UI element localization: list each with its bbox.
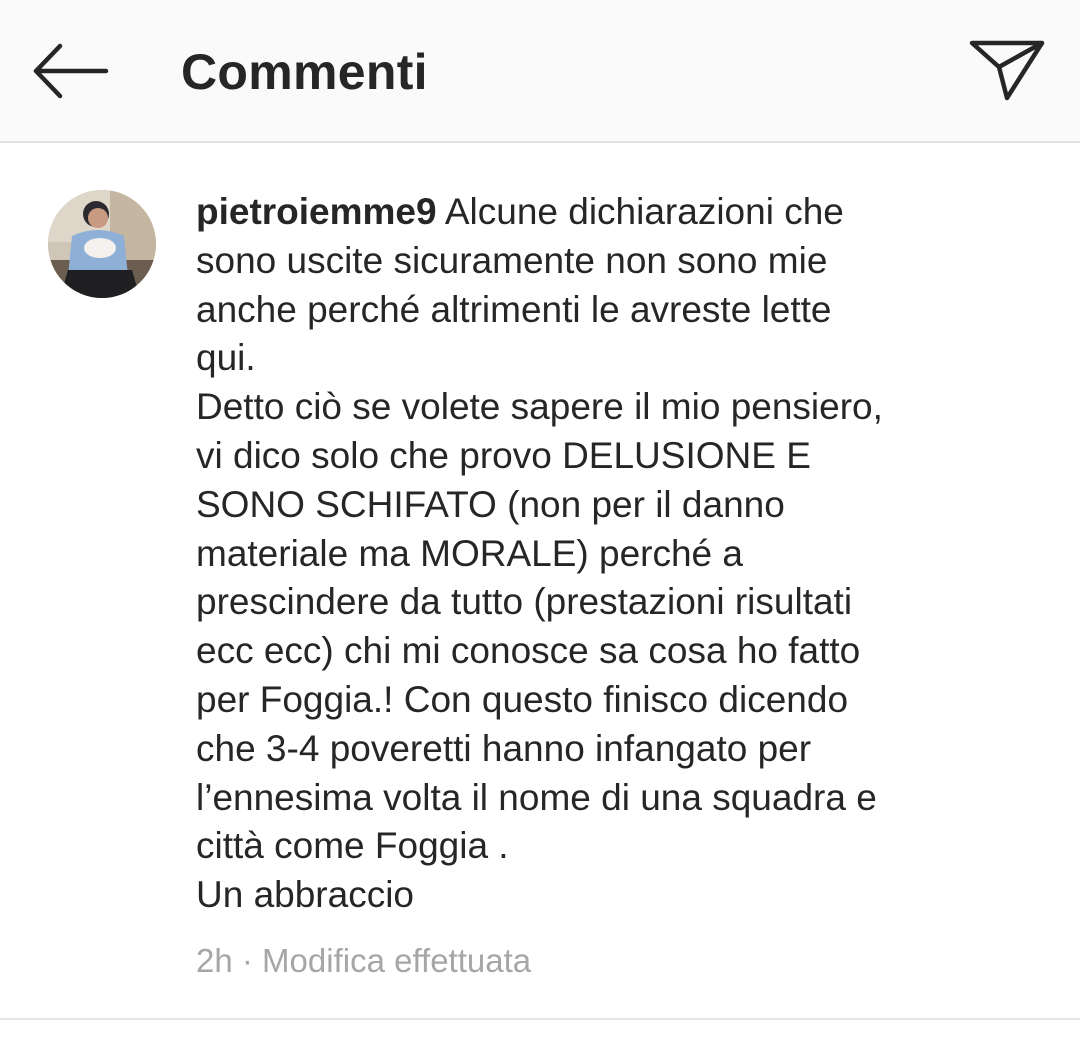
profile-photo xyxy=(48,190,156,298)
divider xyxy=(0,1018,1080,1020)
comment-meta: 2h · Modifica effettuata xyxy=(196,941,531,981)
back-button[interactable] xyxy=(30,38,110,102)
comment-item: pietroiemme9 Alcune dichiarazioni che so… xyxy=(0,143,1080,1019)
arrow-left-icon xyxy=(33,43,109,99)
top-bar: Commenti xyxy=(0,0,1080,143)
comment-text: pietroiemme9 Alcune dichiarazioni che so… xyxy=(196,188,1026,920)
edited-label: Modifica effettuata xyxy=(262,942,532,979)
page-title: Commenti xyxy=(181,44,428,100)
share-button[interactable] xyxy=(966,34,1050,106)
comment-username[interactable]: pietroiemme9 xyxy=(196,191,437,232)
paper-plane-icon xyxy=(969,40,1045,101)
avatar[interactable] xyxy=(48,190,156,298)
meta-separator: · xyxy=(232,942,263,979)
comment-time: 2h xyxy=(196,942,233,979)
comment-content: Alcune dichiarazioni che sono uscite sic… xyxy=(196,191,883,916)
